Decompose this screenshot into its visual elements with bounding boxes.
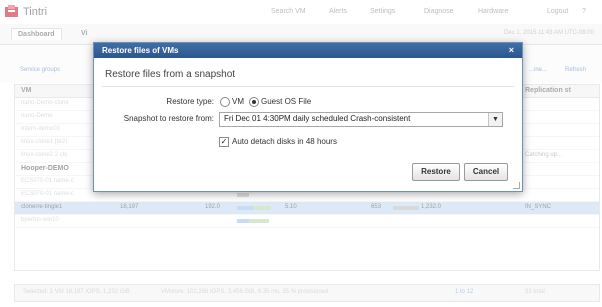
snapshot-select[interactable]: Fri Dec 01 4:30PM daily scheduled Crash-… <box>219 112 503 127</box>
close-icon[interactable]: × <box>509 45 514 55</box>
restore-type-label: Restore type: <box>166 97 214 106</box>
chevron-down-icon[interactable]: ▼ <box>488 113 502 126</box>
auto-detach-label[interactable]: Auto detach disks in 48 hours <box>232 137 337 146</box>
divider <box>102 86 514 87</box>
dialog-title: Restore files of VMs <box>102 46 179 55</box>
snapshot-select-value: Fri Dec 01 4:30PM daily scheduled Crash-… <box>224 114 411 123</box>
restore-type-guest-os-radio[interactable] <box>249 97 259 107</box>
dialog-heading: Restore files from a snapshot <box>105 69 236 80</box>
snapshot-label: Snapshot to restore from: <box>123 114 214 123</box>
restore-type-vm-radio[interactable] <box>220 97 230 107</box>
auto-detach-checkbox[interactable]: ✓ <box>219 137 229 147</box>
restore-files-dialog: Restore files of VMs × Restore files fro… <box>93 42 523 192</box>
resize-grip-icon[interactable] <box>513 182 520 189</box>
restore-type-guest-os-label[interactable]: Guest OS File <box>261 97 311 106</box>
restore-type-vm-label[interactable]: VM <box>232 97 244 106</box>
restore-button[interactable]: Restore <box>412 163 460 181</box>
dialog-title-bar[interactable]: Restore files of VMs × <box>94 43 522 58</box>
cancel-button[interactable]: Cancel <box>464 163 508 181</box>
